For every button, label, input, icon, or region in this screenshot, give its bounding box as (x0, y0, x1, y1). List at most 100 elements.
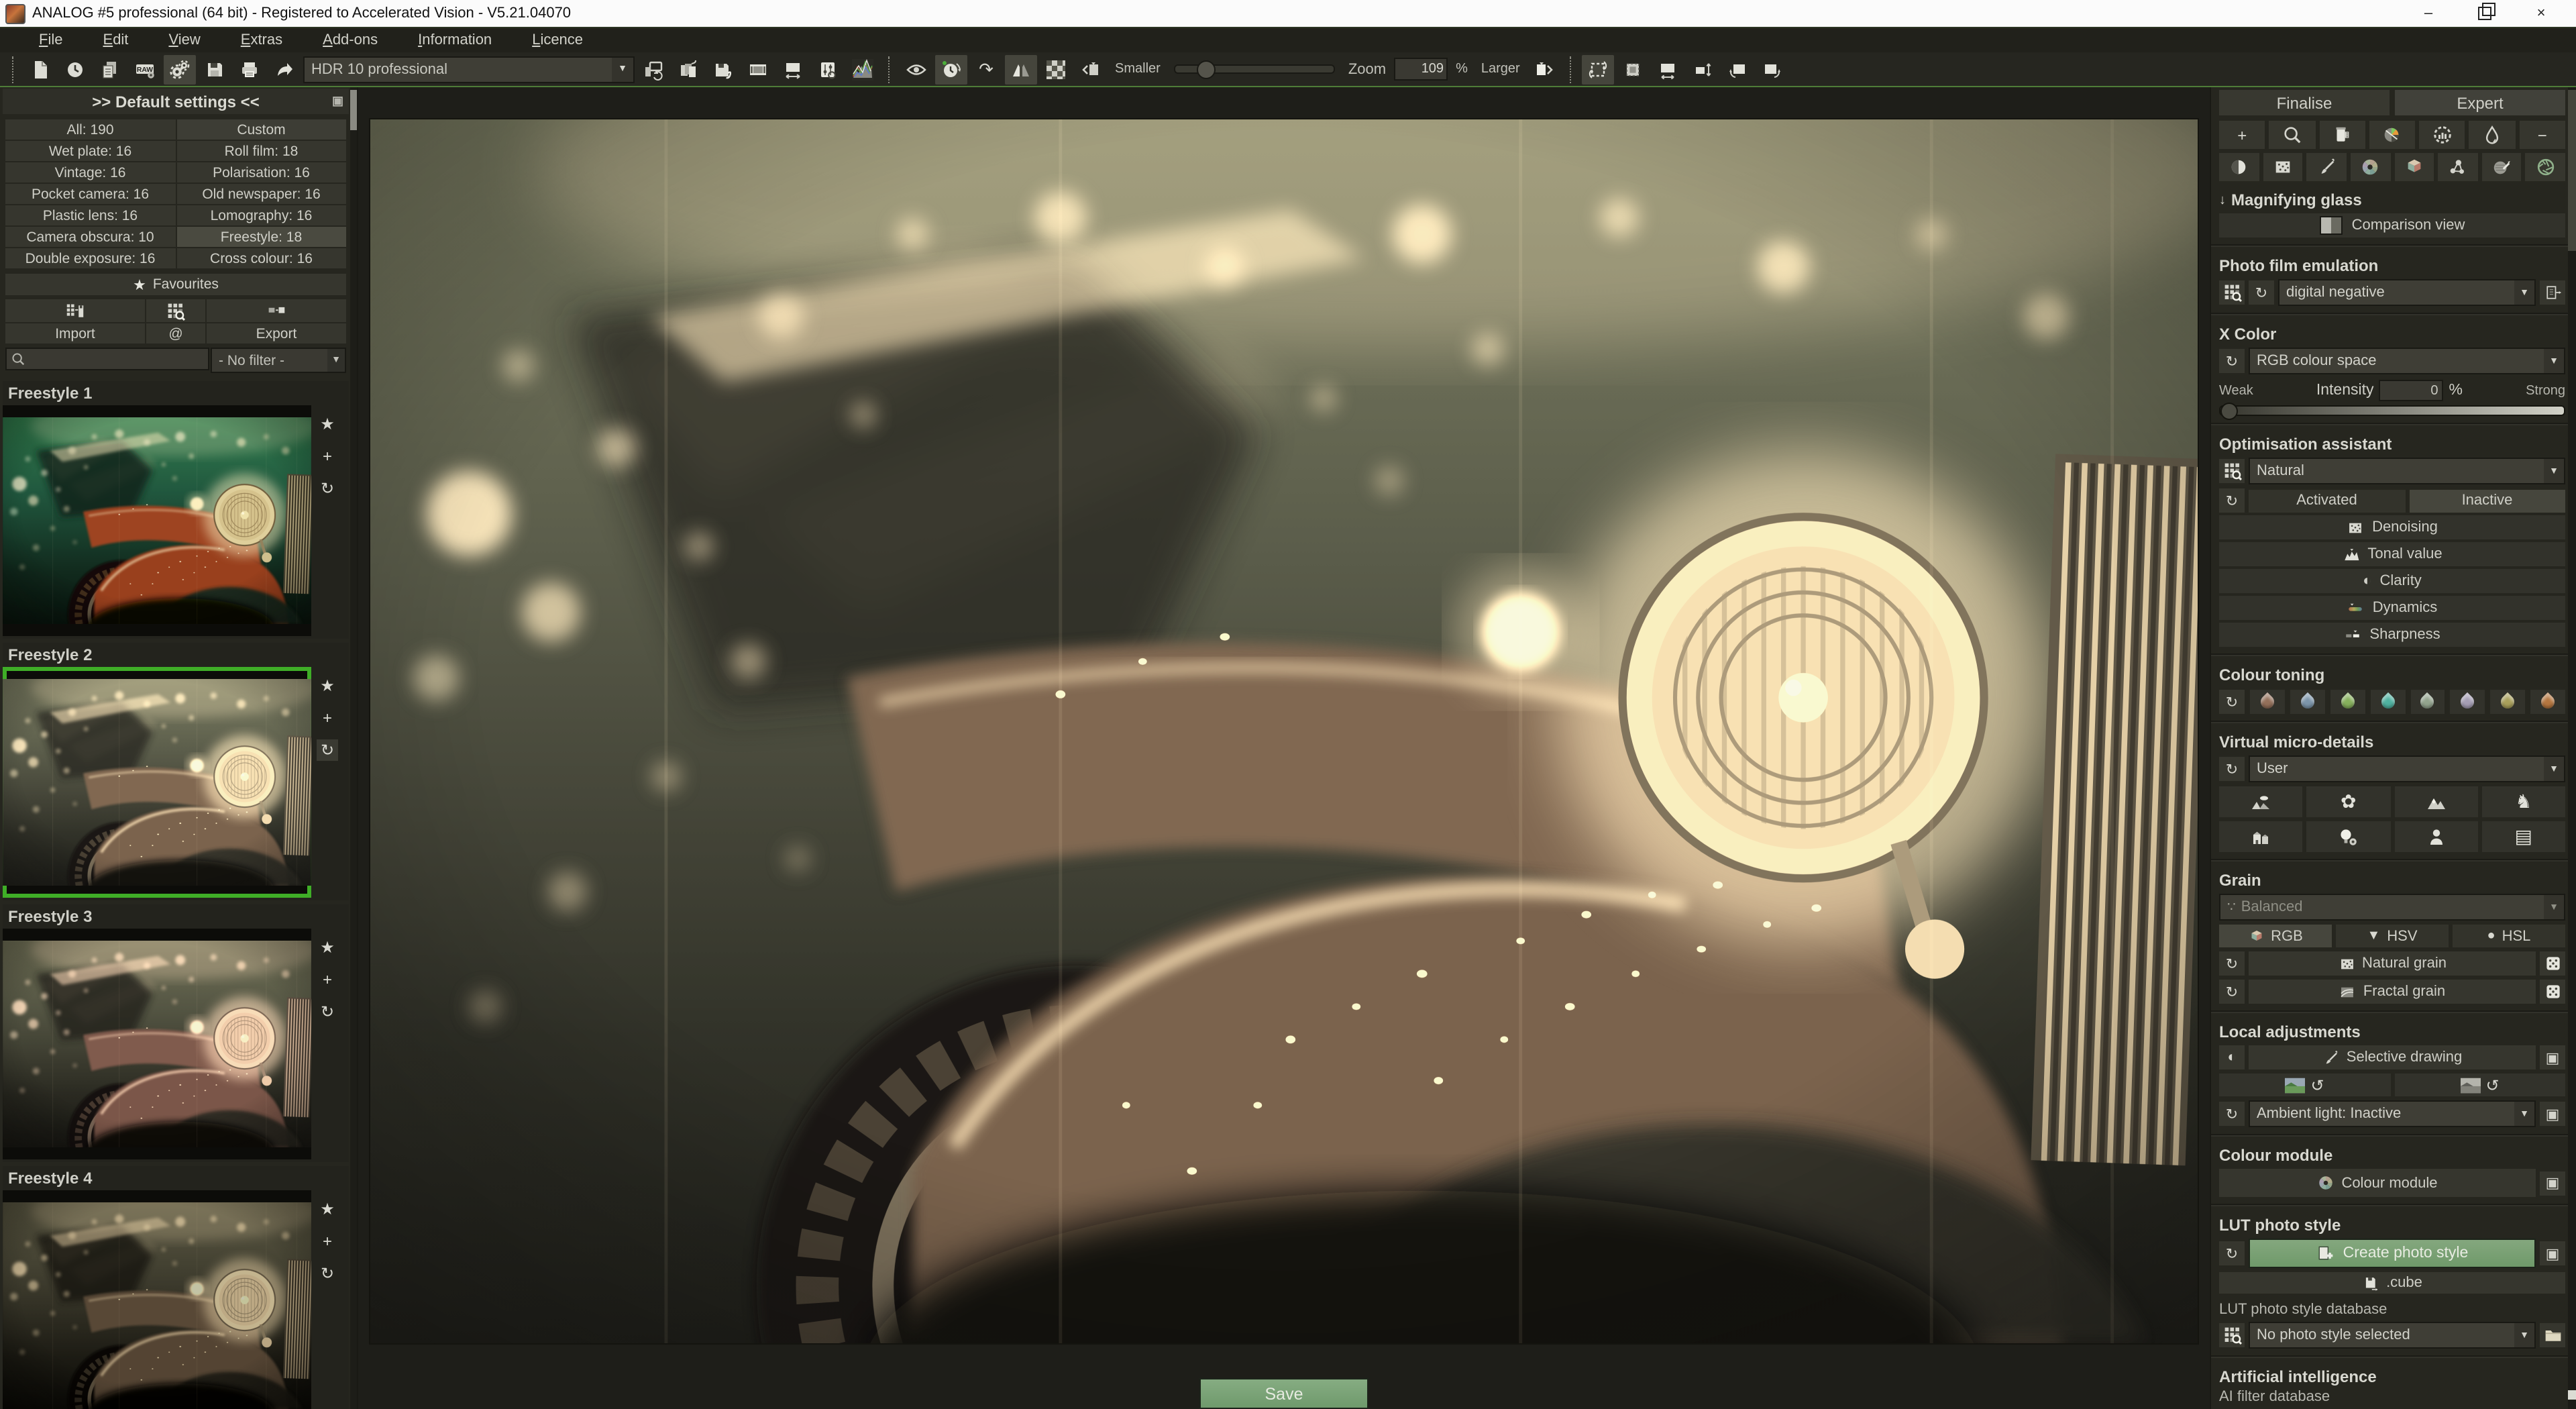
favourites-button[interactable]: ★ Favourites (5, 274, 346, 295)
refresh-icon[interactable]: ↻ (317, 478, 338, 499)
menu-information[interactable]: Information (398, 31, 512, 50)
toning-droplet-sage[interactable] (2410, 690, 2445, 714)
category-camera-obscura[interactable]: Camera obscura: 10 (5, 227, 175, 247)
save-as-button[interactable] (707, 54, 739, 84)
add-icon[interactable]: + (317, 707, 338, 729)
colour-module-expand-button[interactable]: ▣ (2540, 1171, 2565, 1195)
favourite-star-icon[interactable]: ★ (317, 937, 338, 958)
tab-expert[interactable]: Expert (2395, 90, 2565, 115)
zoom-slider[interactable] (1174, 64, 1335, 74)
menu-view[interactable]: View (148, 31, 220, 50)
favourite-star-icon[interactable]: ★ (317, 1198, 338, 1220)
x-color-tool-button[interactable] (2369, 121, 2416, 149)
micro-preset-bulb-button[interactable] (2307, 821, 2391, 852)
create-photo-style-button[interactable]: Create photo style (2249, 1239, 2536, 1268)
grain-hsv-button[interactable]: ▼HSV (2336, 925, 2449, 947)
micro-preset-document-button[interactable]: ▤ (2482, 821, 2566, 852)
history-button[interactable] (59, 54, 91, 84)
category-lomography[interactable]: Lomography: 16 (176, 205, 346, 225)
remove-module-button[interactable]: − (2519, 121, 2565, 149)
optimisation-refresh-button[interactable]: ↻ (2219, 488, 2245, 513)
colour-module-tool-button[interactable] (2351, 153, 2390, 181)
micro-details-dropdown[interactable]: User ▼ (2249, 755, 2565, 782)
micro-details-tool-button[interactable] (2219, 153, 2259, 181)
optimisation-grid-search-button[interactable] (2219, 459, 2245, 483)
preset-thumbnail-image[interactable] (3, 1190, 311, 1409)
refresh-icon[interactable]: ↻ (317, 1263, 338, 1284)
magnifier-tool-button[interactable] (2269, 121, 2316, 149)
resize-width-button[interactable] (1652, 54, 1684, 84)
add-module-button[interactable]: + (2219, 121, 2265, 149)
preset-dropdown[interactable]: HDR 10 professional ▼ (303, 56, 635, 83)
inspector-sliders-button[interactable] (812, 54, 844, 84)
zoom-value-input[interactable] (1394, 58, 1448, 81)
category-all[interactable]: All: 190 (5, 119, 175, 140)
settings-gears-button[interactable] (164, 54, 196, 84)
magnifying-glass-header[interactable]: ↓ Magnifying glass (2219, 191, 2565, 209)
zoom-slider-handle[interactable] (1197, 60, 1216, 79)
lut-folder-button[interactable] (2540, 1323, 2565, 1347)
compare-original-button[interactable] (935, 54, 967, 84)
default-settings-header[interactable]: >> Default settings << ▣ (3, 89, 349, 114)
category-roll-film[interactable]: Roll film: 18 (176, 141, 346, 161)
print-button[interactable] (233, 54, 266, 84)
lut-grid-search-button[interactable] (2219, 1323, 2245, 1347)
micro-preset-mountain-button[interactable] (2394, 786, 2478, 817)
monitor-sync-button[interactable] (637, 54, 669, 84)
category-polarisation[interactable]: Polarisation: 16 (176, 162, 346, 182)
intensity-slider-handle[interactable] (2220, 403, 2238, 420)
lut-refresh-button[interactable]: ↻ (2219, 1241, 2245, 1265)
fractal-grain-dice-button[interactable] (2540, 980, 2565, 1004)
toning-droplet-green[interactable] (2330, 690, 2365, 714)
selective-drawing-tool-button[interactable] (2307, 153, 2347, 181)
toning-refresh-button[interactable]: ↻ (2219, 690, 2245, 714)
preset-thumbnail-image[interactable] (3, 405, 311, 636)
sharpness-row[interactable]: Sharpness (2219, 623, 2565, 647)
film-transfer-button[interactable] (2540, 280, 2565, 305)
left-panel-scrollbar[interactable] (350, 87, 357, 1409)
toning-droplet-sepia[interactable] (2250, 690, 2285, 714)
transform-button[interactable] (1582, 54, 1614, 84)
import-label[interactable]: Import (5, 323, 145, 344)
menu-file[interactable]: File (19, 31, 83, 50)
xcolor-refresh-button[interactable]: ↻ (2219, 349, 2245, 373)
at-button[interactable]: @ (146, 323, 205, 344)
preview-photo[interactable] (370, 119, 2198, 1343)
popout-icon[interactable]: ▣ (332, 94, 343, 109)
denoising-row[interactable]: Denoising (2219, 515, 2565, 539)
grain-dropdown[interactable]: ∵ Balanced ▼ (2219, 894, 2565, 921)
selective-expand-button[interactable]: ▣ (2540, 1045, 2565, 1069)
menu-addons[interactable]: Add-ons (303, 31, 398, 50)
category-custom[interactable]: Custom (176, 119, 346, 140)
gradient-mask-grey-button[interactable]: ↺ (2394, 1074, 2565, 1096)
toning-droplet-teal[interactable] (2370, 690, 2405, 714)
refresh-icon[interactable]: ↻ (317, 1001, 338, 1023)
share-export-button[interactable] (268, 54, 301, 84)
add-icon[interactable]: + (317, 446, 338, 467)
new-file-button[interactable] (24, 54, 56, 84)
natural-grain-dice-button[interactable] (2540, 951, 2565, 976)
favourite-star-icon[interactable]: ★ (317, 413, 338, 435)
menu-licence[interactable]: Licence (512, 31, 603, 50)
micro-preset-horse-button[interactable]: ♞ (2482, 786, 2566, 817)
grain-rgb-button[interactable]: RGB (2219, 925, 2332, 947)
intensity-slider[interactable] (2219, 405, 2565, 416)
cube-export-button[interactable]: .cube (2219, 1272, 2565, 1294)
favourite-star-icon[interactable]: ★ (317, 675, 338, 696)
refresh-icon[interactable]: ↻ (317, 739, 338, 761)
preset-search-input[interactable] (25, 350, 208, 368)
filter-dropdown[interactable]: - No filter - ▼ (211, 348, 346, 373)
natural-grain-refresh-button[interactable]: ↻ (2219, 951, 2245, 976)
category-vintage[interactable]: Vintage: 16 (5, 162, 175, 182)
export-icon-button[interactable] (207, 299, 346, 322)
category-freestyle[interactable]: Freestyle: 18 (176, 227, 346, 247)
fit-width-button[interactable] (777, 54, 809, 84)
raw-develop-button[interactable] (129, 54, 161, 84)
resize-height-button[interactable] (1686, 54, 1719, 84)
rotate-left-button[interactable] (1721, 54, 1754, 84)
save-file-button[interactable] (199, 54, 231, 84)
category-wet-plate[interactable]: Wet plate: 16 (5, 141, 175, 161)
lut-expand-button[interactable]: ▣ (2540, 1241, 2565, 1265)
minimize-button[interactable]: – (2418, 4, 2439, 23)
comparison-view-toggle[interactable]: Comparison view (2219, 213, 2565, 238)
